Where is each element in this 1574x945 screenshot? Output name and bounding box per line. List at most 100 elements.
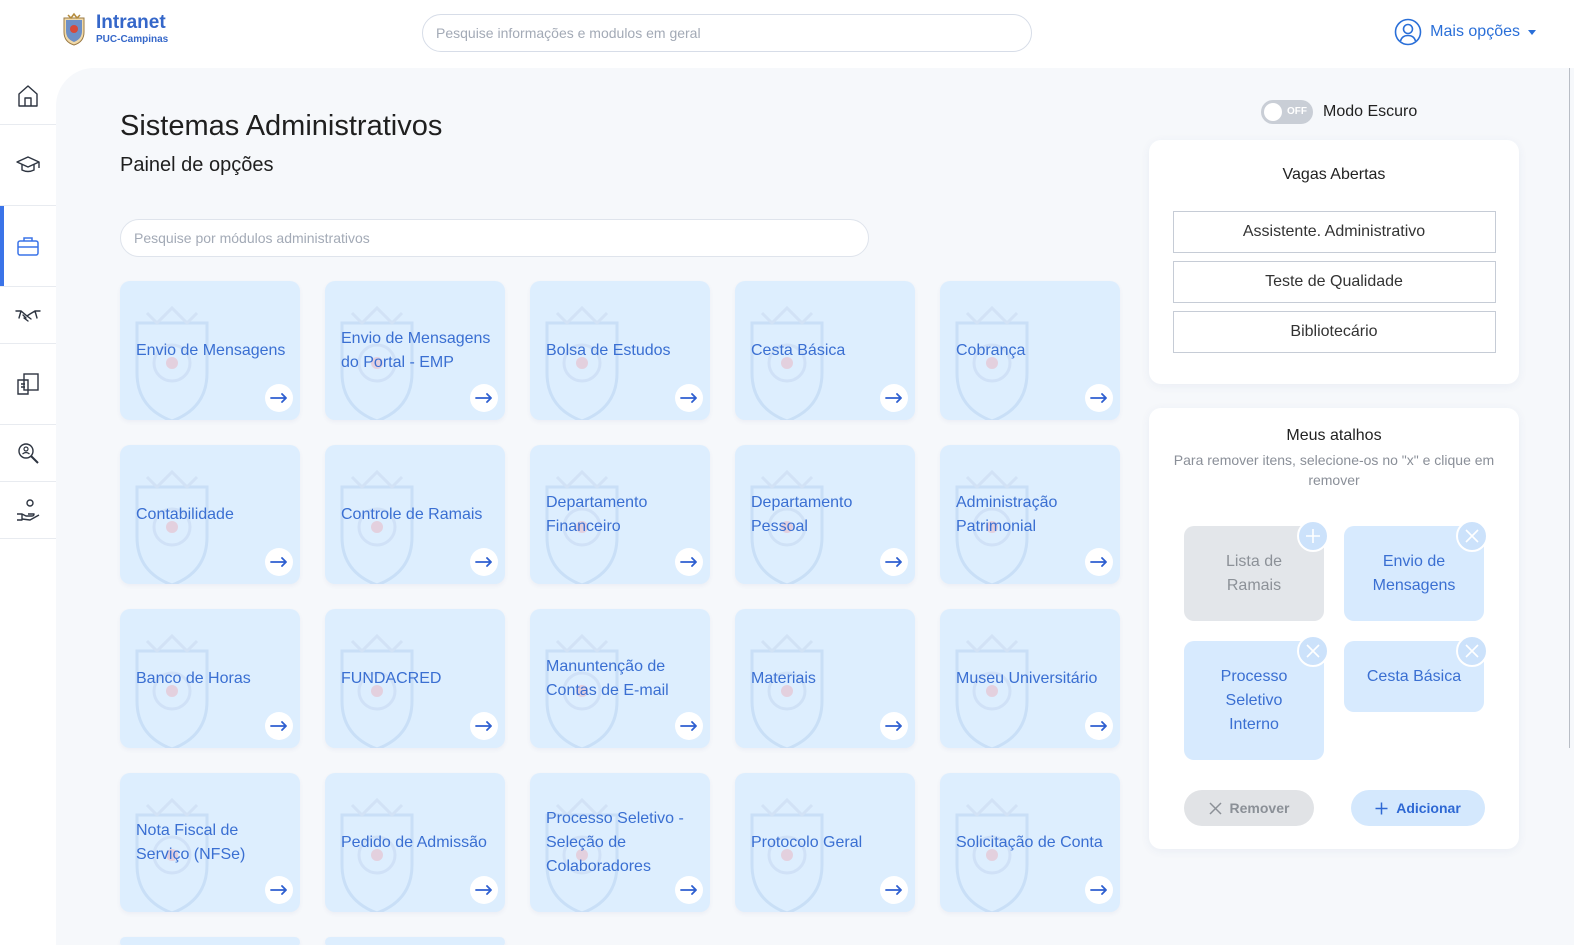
shortcut-label: Envio de Mensagens xyxy=(1372,552,1456,594)
graduation-cap-icon xyxy=(16,156,40,173)
toggle-knob xyxy=(1264,103,1282,121)
shortcut-label: Lista de Ramais xyxy=(1225,552,1283,594)
arrow-right-icon xyxy=(1090,885,1107,895)
sidebar-item-academic[interactable] xyxy=(0,125,56,206)
open-module-button[interactable] xyxy=(880,548,908,576)
open-module-button[interactable] xyxy=(1085,548,1113,576)
open-module-button[interactable] xyxy=(880,384,908,412)
module-card[interactable]: Bolsa de Estudos xyxy=(530,281,710,420)
open-module-button[interactable] xyxy=(675,876,703,904)
module-search-input[interactable] xyxy=(120,219,869,257)
module-card[interactable]: Manuntenção de Contas de E-mail xyxy=(530,609,710,748)
module-card[interactable]: Envio de Mensagens xyxy=(120,281,300,420)
position-button[interactable]: Teste de Qualidade xyxy=(1172,261,1496,303)
top-header: Intranet PUC-Campinas Mais opções xyxy=(0,0,1574,68)
module-card[interactable]: Cobrança xyxy=(940,281,1120,420)
arrow-right-icon xyxy=(885,557,902,567)
remove-shortcut-button[interactable] xyxy=(1297,635,1329,667)
open-module-button[interactable] xyxy=(470,876,498,904)
add-shortcuts-button[interactable]: Adicionar xyxy=(1351,790,1485,826)
remove-label: Remover xyxy=(1229,800,1290,816)
sidebar xyxy=(0,68,56,945)
module-card[interactable]: Pedido de Admissão xyxy=(325,773,505,912)
dark-mode-control: OFF Modo Escuro xyxy=(1261,100,1417,124)
remove-shortcut-button[interactable] xyxy=(1456,635,1488,667)
open-module-button[interactable] xyxy=(675,548,703,576)
open-module-button[interactable] xyxy=(675,384,703,412)
position-button[interactable]: Assistente. Administrativo xyxy=(1172,211,1496,253)
shortcut-label: Processo Seletivo Interno xyxy=(1220,667,1288,733)
open-module-button[interactable] xyxy=(880,712,908,740)
shortcut-label: Cesta Básica xyxy=(1366,667,1462,685)
module-card[interactable]: FUNDACRED xyxy=(325,609,505,748)
arrow-right-icon xyxy=(885,393,902,403)
open-module-button[interactable] xyxy=(265,548,293,576)
open-module-button[interactable] xyxy=(265,384,293,412)
arrow-right-icon xyxy=(270,885,287,895)
logo[interactable]: Intranet PUC-Campinas xyxy=(60,12,168,46)
open-module-button[interactable] xyxy=(675,712,703,740)
module-card[interactable]: Museu Universitário xyxy=(940,609,1120,748)
open-module-button[interactable] xyxy=(880,876,908,904)
arrow-right-icon xyxy=(270,557,287,567)
more-options-menu[interactable]: Mais opções xyxy=(1394,18,1536,46)
page-subtitle: Painel de opções xyxy=(120,154,274,176)
more-options-label: Mais opções xyxy=(1430,23,1520,40)
sidebar-item-administrative[interactable] xyxy=(0,206,56,287)
module-card[interactable]: Departamento Financeiro xyxy=(530,445,710,584)
logo-subtitle: PUC-Campinas xyxy=(96,34,169,45)
open-module-button[interactable] xyxy=(265,876,293,904)
module-card[interactable]: Contabilidade xyxy=(120,445,300,584)
plus-icon xyxy=(1375,802,1388,814)
sidebar-item-benefits[interactable] xyxy=(0,482,56,539)
user-circle-icon xyxy=(1394,18,1422,46)
module-card[interactable]: Banco de Horas xyxy=(120,609,300,748)
handshake-icon xyxy=(15,310,41,322)
module-card[interactable]: Administração Patrimonial xyxy=(940,445,1120,584)
open-module-button[interactable] xyxy=(470,712,498,740)
global-search-input[interactable] xyxy=(422,14,1032,52)
hand-coins-icon xyxy=(17,499,40,521)
remove-shortcuts-button[interactable]: Remover xyxy=(1184,790,1314,826)
arrow-right-icon xyxy=(1090,393,1107,403)
scrollbar[interactable] xyxy=(1569,68,1570,748)
module-card[interactable]: Departamento Pessoal xyxy=(735,445,915,584)
arrow-right-icon xyxy=(885,885,902,895)
module-card[interactable]: Solicitação de Conta xyxy=(940,773,1120,912)
module-card[interactable] xyxy=(325,937,505,945)
dark-mode-toggle[interactable]: OFF xyxy=(1261,100,1313,124)
close-icon xyxy=(1209,801,1222,815)
documents-icon xyxy=(17,373,39,395)
open-module-button[interactable] xyxy=(1085,712,1113,740)
remove-shortcut-button[interactable] xyxy=(1456,520,1488,552)
main-panel: Sistemas Administrativos Painel de opçõe… xyxy=(56,68,1574,945)
open-module-button[interactable] xyxy=(470,384,498,412)
arrow-right-icon xyxy=(680,721,697,731)
module-card[interactable] xyxy=(120,937,300,945)
module-card[interactable]: Envio de Mensagens do Portal - EMP xyxy=(325,281,505,420)
open-positions-title: Vagas Abertas xyxy=(1282,166,1386,183)
module-card[interactable]: Processo Seletivo - Seleção de Colaborad… xyxy=(530,773,710,912)
arrow-right-icon xyxy=(270,393,287,403)
position-button[interactable]: Bibliotecário xyxy=(1172,311,1496,353)
sidebar-item-search-people[interactable] xyxy=(0,425,56,482)
open-module-button[interactable] xyxy=(1085,384,1113,412)
open-module-button[interactable] xyxy=(265,712,293,740)
arrow-right-icon xyxy=(680,393,697,403)
sidebar-item-partnerships[interactable] xyxy=(0,287,56,344)
add-shortcut-button[interactable] xyxy=(1297,520,1329,552)
sidebar-item-documents[interactable] xyxy=(0,344,56,425)
shortcuts-hint: Para remover itens, selecione-os no "x" … xyxy=(1173,452,1495,488)
arrow-right-icon xyxy=(475,721,492,731)
plus-icon xyxy=(1306,529,1320,543)
open-module-button[interactable] xyxy=(1085,876,1113,904)
module-card[interactable]: Materiais xyxy=(735,609,915,748)
close-icon xyxy=(1306,644,1320,658)
open-module-button[interactable] xyxy=(470,548,498,576)
briefcase-icon xyxy=(17,237,39,256)
module-card[interactable]: Protocolo Geral xyxy=(735,773,915,912)
sidebar-item-home[interactable] xyxy=(0,68,56,125)
module-card[interactable]: Cesta Básica xyxy=(735,281,915,420)
module-card[interactable]: Controle de Ramais xyxy=(325,445,505,584)
module-card[interactable]: Nota Fiscal de Serviço (NFSe) xyxy=(120,773,300,912)
